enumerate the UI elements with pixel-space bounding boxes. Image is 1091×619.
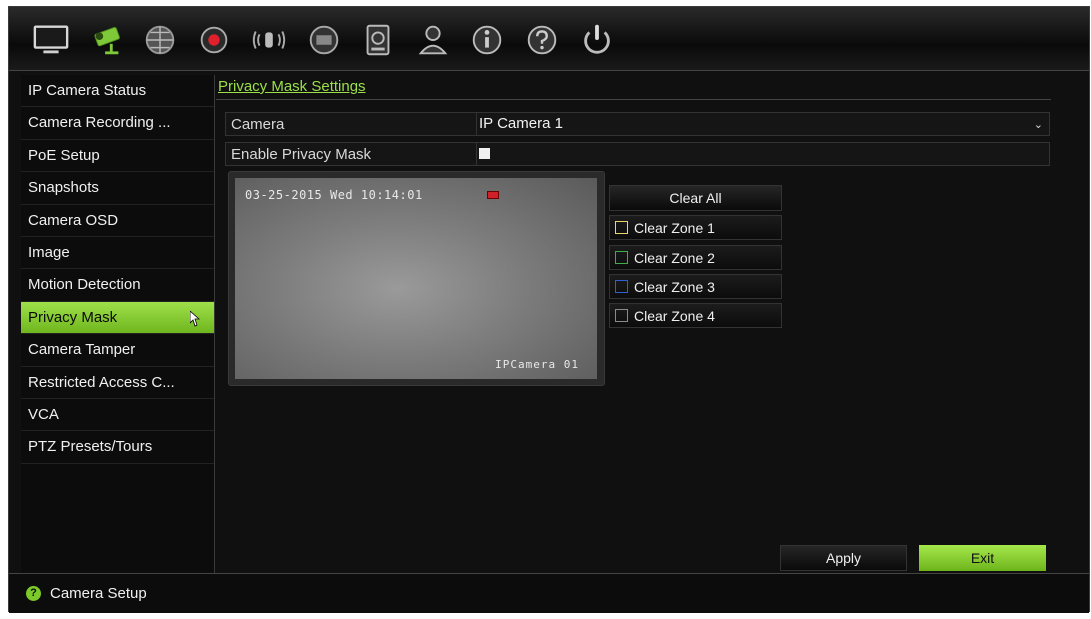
record-icon[interactable]	[194, 20, 234, 60]
exit-button[interactable]: Exit	[919, 545, 1046, 571]
clear-all-button[interactable]: Clear All	[609, 185, 782, 211]
sidebar: IP Camera Status Camera Recording ... Po…	[21, 75, 215, 575]
osd-camera-name: IPCamera 01	[495, 358, 579, 371]
clear-zone-2-label: Clear Zone 2	[634, 250, 715, 266]
sidebar-item-snapshots[interactable]: Snapshots	[21, 172, 214, 205]
title-divider	[216, 99, 1051, 100]
display-icon[interactable]	[31, 20, 71, 60]
clear-zone-1-button[interactable]: Clear Zone 1	[609, 215, 782, 240]
app-window: IP Camera Status Camera Recording ... Po…	[8, 6, 1090, 613]
enable-privacy-mask-row: Enable Privacy Mask	[225, 142, 1050, 166]
sidebar-item-camera-recording[interactable]: Camera Recording ...	[21, 107, 214, 140]
sidebar-item-camera-osd[interactable]: Camera OSD	[21, 205, 214, 237]
page-title: Privacy Mask Settings	[218, 78, 366, 95]
network-icon[interactable]	[140, 20, 180, 60]
main-toolbar	[9, 7, 1089, 71]
row-divider	[476, 113, 477, 135]
sidebar-item-motion-detection[interactable]: Motion Detection	[21, 269, 214, 302]
help-status-icon: ?	[26, 586, 41, 601]
power-icon[interactable]	[577, 20, 617, 60]
camera-select[interactable]: IP Camera 1	[479, 115, 563, 132]
clear-zone-1-label: Clear Zone 1	[634, 220, 715, 236]
recording-indicator-icon	[487, 191, 499, 199]
clear-zone-3-label: Clear Zone 3	[634, 279, 715, 295]
enable-privacy-mask-label: Enable Privacy Mask	[231, 146, 372, 163]
camera-label: Camera	[231, 116, 285, 133]
enable-privacy-mask-checkbox[interactable]	[479, 148, 490, 159]
zone-2-color-icon	[615, 251, 628, 264]
zone-4-color-icon	[615, 309, 628, 322]
status-text: Camera Setup	[50, 585, 147, 602]
clear-zone-4-button[interactable]: Clear Zone 4	[609, 303, 782, 328]
clear-zone-4-label: Clear Zone 4	[634, 308, 715, 324]
user-icon[interactable]	[413, 20, 453, 60]
chevron-down-icon[interactable]: ⌄	[1034, 118, 1043, 131]
row-divider	[476, 143, 477, 165]
camera-preview[interactable]: 03-25-2015 Wed 10:14:01 IPCamera 01	[235, 178, 597, 379]
sidebar-item-ip-camera-status[interactable]: IP Camera Status	[21, 75, 214, 108]
sidebar-item-vca[interactable]: VCA	[21, 399, 214, 432]
help-icon[interactable]	[522, 20, 562, 60]
device-icon[interactable]	[304, 20, 344, 60]
sidebar-item-poe-setup[interactable]: PoE Setup	[21, 140, 214, 173]
sidebar-item-label: Privacy Mask	[28, 308, 118, 326]
zone-1-color-icon	[615, 221, 628, 234]
sidebar-item-privacy-mask[interactable]: Privacy Mask	[21, 301, 214, 335]
camera-preview-frame: 03-25-2015 Wed 10:14:01 IPCamera 01	[228, 171, 605, 386]
clear-zone-3-button[interactable]: Clear Zone 3	[609, 274, 782, 299]
apply-button[interactable]: Apply	[780, 545, 907, 571]
sidebar-item-ptz-presets-tours[interactable]: PTZ Presets/Tours	[21, 431, 214, 464]
zone-3-color-icon	[615, 280, 628, 293]
clear-zone-2-button[interactable]: Clear Zone 2	[609, 245, 782, 270]
hdd-icon[interactable]	[358, 20, 398, 60]
status-bar: ? Camera Setup	[9, 573, 1089, 613]
sidebar-item-image[interactable]: Image	[21, 237, 214, 270]
camera-select-row: Camera IP Camera 1 ⌄	[225, 112, 1050, 136]
alarm-icon[interactable]	[249, 20, 289, 60]
sidebar-item-camera-tamper[interactable]: Camera Tamper	[21, 334, 214, 367]
sidebar-item-restricted-access[interactable]: Restricted Access C...	[21, 367, 214, 399]
osd-datetime: 03-25-2015 Wed 10:14:01	[245, 188, 423, 202]
main-panel: Privacy Mask Settings Camera IP Camera 1…	[216, 75, 1076, 575]
camera-icon[interactable]	[87, 20, 127, 60]
mouse-cursor-icon	[190, 310, 200, 327]
info-icon[interactable]	[467, 20, 507, 60]
